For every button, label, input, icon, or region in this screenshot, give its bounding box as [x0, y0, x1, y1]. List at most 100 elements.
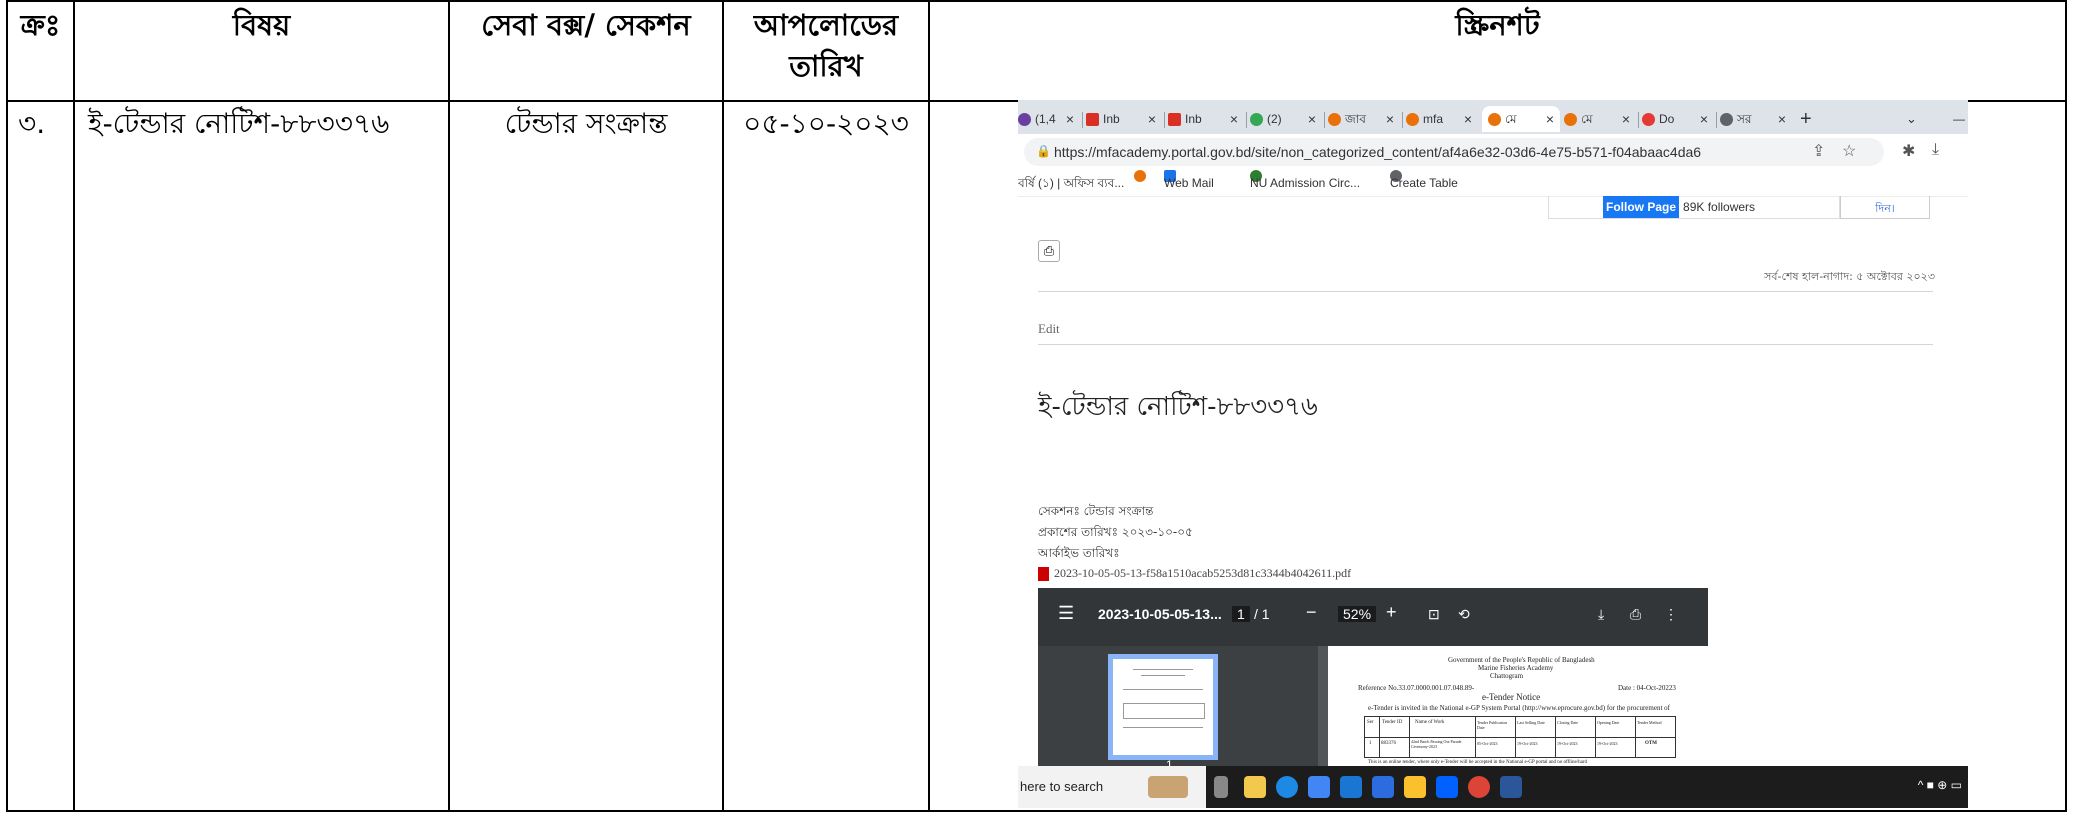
pdf-file-title: 2023-10-05-05-13... [1098, 606, 1222, 622]
chevron-down-icon[interactable]: ⌄ [1906, 106, 1926, 132]
system-tray[interactable]: ^ ■ ⊕ ▭ [1918, 778, 1962, 792]
pdf-page: Government of the People's Republic of B… [1328, 646, 1708, 770]
more-options-icon[interactable]: ⋮ [1664, 606, 1678, 623]
download-icon[interactable]: ⤓ [1598, 606, 1604, 623]
notes-icon[interactable] [1404, 776, 1426, 798]
close-icon[interactable]: × [1148, 106, 1156, 132]
tab-separator [1638, 112, 1639, 128]
header-upload-date: আপলোডের তারিখ [753, 8, 899, 83]
doc-table-rule [1635, 717, 1636, 757]
thumb-line [1123, 689, 1203, 690]
tab[interactable]: Do × [1642, 106, 1714, 132]
close-icon[interactable]: × [1464, 106, 1472, 132]
thumb-line [1123, 727, 1203, 728]
doc-intro: e-Tender is invited in the National e-GP… [1368, 704, 1670, 712]
tab-separator [1402, 112, 1403, 128]
fit-page-icon[interactable]: ⊡ [1428, 606, 1440, 623]
doc-table: Ser Tender ID Name of Work Tender Public… [1364, 716, 1676, 758]
close-icon[interactable]: × [1622, 106, 1630, 132]
tab-favicon-icon [1488, 113, 1501, 127]
facebook-follow-widget[interactable]: Follow Page 89K followers [1548, 196, 1840, 219]
url-text[interactable]: https://mfacademy.portal.gov.bd/site/non… [1054, 138, 1701, 166]
tab[interactable]: mfa × [1406, 106, 1478, 132]
doc-table-rule [1515, 717, 1516, 757]
tab[interactable]: Inb × [1086, 106, 1162, 132]
share-icon[interactable]: ⇪ [1812, 141, 1825, 161]
app-icon[interactable] [1372, 776, 1394, 798]
doc-val: OTM [1645, 741, 1657, 746]
edit-link[interactable]: Edit [1038, 321, 1060, 337]
tab-active[interactable]: মে × [1482, 106, 1560, 132]
doc-city: Chattogram [1490, 672, 1524, 680]
tab[interactable]: সর × [1720, 106, 1792, 132]
doc-date: Date : 04-Oct-20223 [1618, 684, 1676, 692]
tab-bar: (1,4 × Inb × Inb × (2) × জাব × mfa × মে × মে × D… [1018, 100, 1968, 134]
close-icon[interactable]: × [1230, 106, 1238, 132]
doc-table-rule [1555, 717, 1556, 757]
close-icon[interactable]: × [1778, 106, 1786, 132]
pdf-link[interactable]: 2023-10-05-05-13-f58a1510acab5253d81c334… [1038, 566, 1351, 582]
doc-gov: Government of the People's Republic of B… [1448, 656, 1595, 664]
published-line: প্রকাশের তারিখঃ ২০২৩-১০-০৫ [1038, 525, 1193, 539]
tab-label: জাব [1345, 112, 1366, 126]
divider [1038, 291, 1933, 292]
file-explorer-icon[interactable] [1244, 776, 1266, 798]
dropbox-icon[interactable] [1436, 776, 1458, 798]
thumb-table [1123, 703, 1205, 719]
store-icon[interactable] [1308, 776, 1330, 798]
tab-label: Do [1659, 112, 1675, 126]
zoom-in-icon[interactable]: + [1386, 602, 1397, 623]
word-icon[interactable] [1500, 776, 1522, 798]
extensions-icon[interactable]: ✱ [1902, 141, 1915, 161]
tab[interactable]: (2) × [1250, 106, 1322, 132]
thumb-line [1141, 675, 1185, 676]
column-divider [928, 2, 930, 810]
star-icon[interactable]: ☆ [1842, 141, 1856, 161]
edge-icon[interactable] [1276, 776, 1298, 798]
page-number-input[interactable]: 1 [1232, 606, 1250, 622]
doc-val: 19-Oct-2023 [1517, 741, 1538, 746]
task-view-icon[interactable] [1214, 776, 1228, 798]
pdf-filename[interactable]: 2023-10-05-05-13-f58a1510acab5253d81c334… [1054, 566, 1351, 580]
bookmark-label: NU Admission Circ... [1250, 176, 1361, 190]
tab[interactable]: মে × [1564, 106, 1636, 132]
close-icon[interactable]: × [1546, 106, 1554, 132]
side-box[interactable]: দিন। [1840, 196, 1930, 219]
zoom-out-icon[interactable]: − [1306, 602, 1317, 623]
bookmark-item[interactable]: বর্ষি (১) | অফিস ব্যব... [1018, 170, 1124, 196]
omnibox[interactable]: 🔒 https://mfacademy.portal.gov.bd/site/n… [1024, 138, 1884, 166]
tab[interactable]: Inb × [1168, 106, 1244, 132]
doc-reference: Reference No.33.07.0000.001.07.048.89- [1358, 684, 1475, 692]
doc-col: Name of Work [1415, 720, 1445, 725]
close-icon[interactable]: × [1700, 106, 1708, 132]
chrome-icon[interactable] [1468, 776, 1490, 798]
minimize-icon[interactable]: — [1953, 106, 1967, 132]
close-icon[interactable]: × [1066, 106, 1074, 132]
download-icon[interactable]: ⤓ [1932, 141, 1939, 159]
tab-label: Inb [1103, 112, 1120, 126]
follower-count: 89K followers [1683, 200, 1756, 214]
doc-val: 42nd Batch Passing Out Parade Ceremony-2… [1411, 739, 1462, 749]
doc-val: 19-Oct-2023 [1557, 741, 1578, 746]
close-icon[interactable]: × [1308, 106, 1316, 132]
header-section: সেবা বক্স/ সেকশন [481, 8, 691, 42]
close-icon[interactable]: × [1386, 106, 1394, 132]
print-icon[interactable]: ⎙ [1038, 240, 1060, 262]
zoom-input[interactable]: 52% [1338, 606, 1377, 622]
doc-col: Ser [1367, 720, 1374, 725]
tab-label: মে [1505, 112, 1517, 126]
tab[interactable]: জাব × [1328, 106, 1400, 132]
rotate-icon[interactable]: ⟲ [1458, 606, 1470, 623]
mail-icon[interactable] [1340, 776, 1362, 798]
bookmark-label: Web Mail [1164, 176, 1214, 190]
print-icon[interactable]: ⎙ [1630, 606, 1641, 623]
new-tab-button[interactable]: + [1800, 106, 1820, 132]
page-thumbnail[interactable] [1108, 654, 1218, 760]
lock-icon: 🔒 [1036, 144, 1051, 158]
facebook-follow-button[interactable]: Follow Page [1603, 196, 1680, 218]
menu-icon[interactable]: ☰ [1058, 603, 1074, 624]
tab-label: সর [1737, 112, 1752, 126]
tab[interactable]: (1,4 × [1018, 106, 1080, 132]
tab-separator [1324, 112, 1325, 128]
gmail-icon [1168, 113, 1181, 127]
